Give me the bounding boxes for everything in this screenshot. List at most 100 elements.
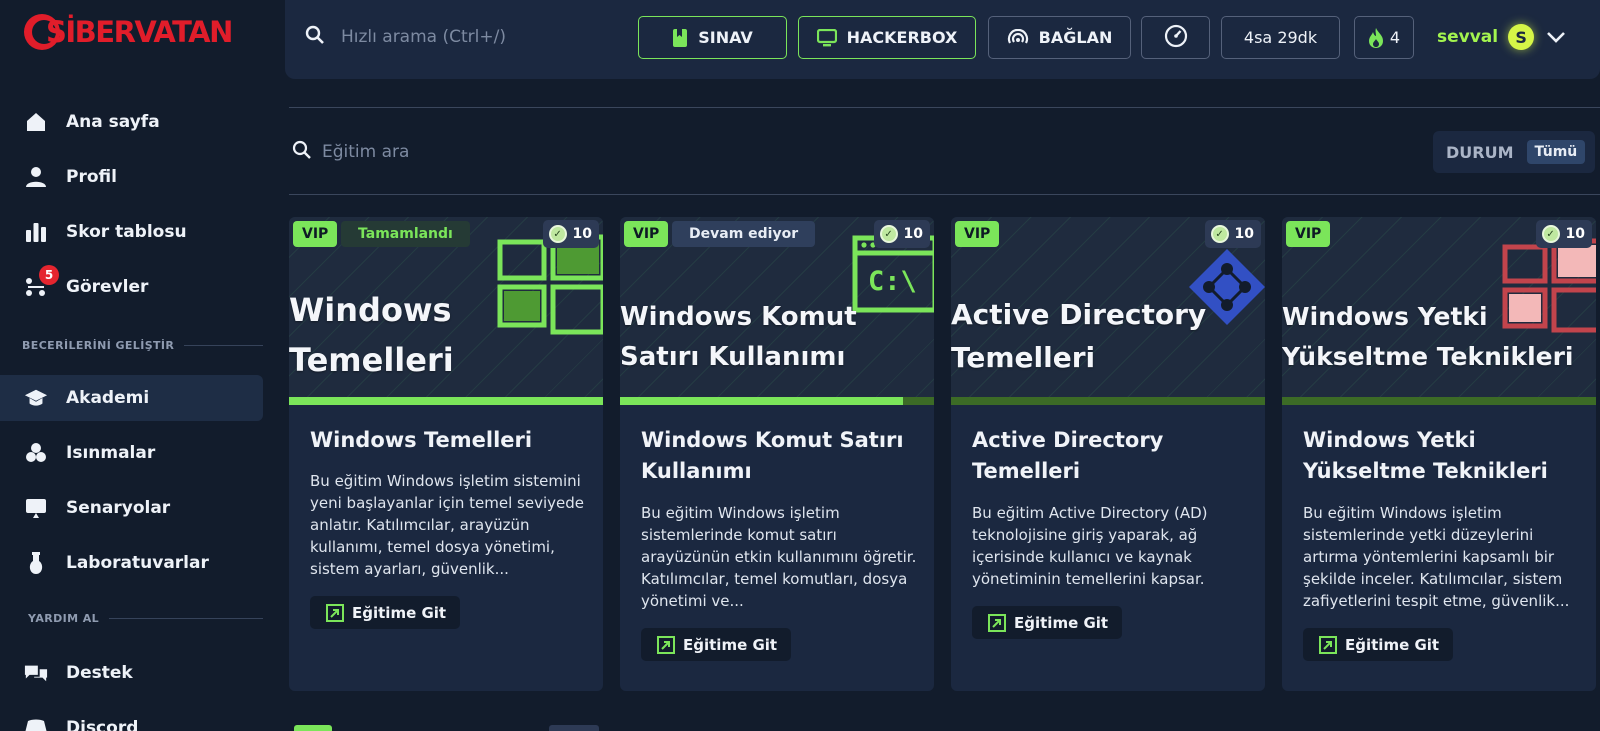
sibervatan-logo[interactable]: SİBERVATAN: [24, 10, 233, 54]
warmup-icon: [24, 441, 48, 465]
next-row-points-badge: [549, 725, 599, 731]
broadcast-icon: [1007, 28, 1029, 47]
coin-icon: ✓: [879, 225, 898, 243]
sidebar-item-label: Ana sayfa: [66, 112, 160, 132]
sidebar: SİBERVATAN Ana sayfa Profil Skor tablosu…: [0, 0, 270, 731]
sidebar-item-destek[interactable]: Destek: [0, 650, 263, 696]
connect-button[interactable]: BAĞLAN: [988, 16, 1131, 59]
user-menu[interactable]: sevval S: [1437, 22, 1566, 52]
exam-button[interactable]: SINAV: [638, 16, 787, 59]
progress-bar: [1282, 397, 1596, 405]
monitor-icon: [816, 28, 837, 47]
hackerbox-button-label: HACKERBOX: [846, 28, 958, 47]
vip-badge: VIP: [293, 221, 338, 247]
home-icon: [24, 110, 48, 134]
progress-bar: [620, 397, 934, 405]
flask-icon: [24, 551, 48, 575]
streak-counter[interactable]: 4: [1354, 16, 1414, 59]
points-badge: ✓ 10: [1535, 220, 1592, 248]
course-banner: VIP Tamamlandı ✓ 10 Windows Temelleri: [289, 217, 603, 405]
training-search-placeholder: Eğitim ara: [322, 142, 410, 162]
coin-icon: ✓: [548, 225, 567, 243]
connect-button-label: BAĞLAN: [1038, 28, 1113, 47]
course-card-windows-komut-satiri[interactable]: C:\ VIP Devam ediyor ✓ 10 Windows Komut …: [620, 217, 934, 691]
sidebar-item-label: Discord: [66, 718, 139, 731]
course-title: Windows Yetki Yükseltme Teknikleri: [1303, 428, 1548, 483]
banner-title: Windows Komut Satırı Kullanımı: [620, 302, 857, 372]
sidebar-nav: Ana sayfa Profil Skor tablosu 5 Görevler: [0, 99, 270, 319]
banner-title: Windows Temelleri: [289, 291, 454, 379]
divider: [289, 194, 1600, 195]
sidebar-item-gorevler[interactable]: 5 Görevler: [0, 264, 263, 310]
sidebar-item-isinmalar[interactable]: Isınmalar: [0, 430, 263, 476]
coin-icon: ✓: [1541, 225, 1560, 243]
progress-bar: [289, 397, 603, 405]
sidebar-item-senaryolar[interactable]: Senaryolar: [0, 485, 263, 531]
go-to-training-button[interactable]: Eğitime Git: [972, 606, 1123, 639]
sidebar-item-label: Destek: [66, 663, 133, 683]
sidebar-item-label: Laboratuvarlar: [66, 553, 209, 573]
scenario-icon: [24, 496, 48, 520]
discord-icon: [24, 716, 48, 731]
sidebar-item-label: Profil: [66, 167, 117, 187]
book-icon: [672, 28, 688, 48]
go-to-training-label: Eğitime Git: [1014, 613, 1109, 632]
tasks-icon: 5: [24, 265, 59, 299]
course-card-active-directory[interactable]: VIP ✓ 10 Active Directory Temelleri Acti…: [951, 217, 1265, 691]
speedometer-icon: [1164, 24, 1188, 52]
sidebar-item-label: Görevler: [66, 277, 149, 297]
status-filter[interactable]: DURUM Tümü: [1433, 131, 1595, 173]
external-link-icon: [987, 613, 1007, 633]
training-search[interactable]: Eğitim ara: [292, 137, 409, 167]
search-icon: [305, 25, 325, 49]
next-row-vip-badge: [294, 725, 332, 731]
sidebar-item-label: Senaryolar: [66, 498, 171, 518]
points-badge: ✓ 10: [542, 220, 599, 248]
status-filter-label: DURUM: [1446, 142, 1514, 162]
course-title: Windows Temelleri: [310, 428, 533, 452]
sidebar-item-ana-sayfa[interactable]: Ana sayfa: [0, 99, 263, 145]
svg-text:C:\: C:\: [868, 266, 917, 297]
points-value: 10: [572, 226, 592, 242]
sidebar-item-label: Isınmalar: [66, 443, 156, 463]
external-link-icon: [656, 635, 676, 655]
speedometer-button[interactable]: [1141, 16, 1210, 59]
username: sevval: [1437, 27, 1499, 47]
avatar: S: [1508, 24, 1535, 50]
course-title: Windows Komut Satırı Kullanımı: [641, 428, 904, 483]
course-banner: VIP ✓ 10 Active Directory Temelleri: [951, 217, 1265, 405]
go-to-training-button[interactable]: Eğitime Git: [1303, 628, 1454, 661]
course-banner: C:\ VIP Devam ediyor ✓ 10 Windows Komut …: [620, 217, 934, 405]
go-to-training-button[interactable]: Eğitime Git: [641, 628, 792, 661]
quick-search[interactable]: Hızlı arama (Ctrl+/): [305, 22, 506, 52]
course-banner: VIP ✓ 10 Windows Yetki Yükseltme Teknikl…: [1282, 217, 1596, 405]
course-description: Bu eğitim Windows işletim sistemlerinde …: [1303, 504, 1570, 610]
session-timer: 4sa 29dk: [1221, 16, 1340, 59]
go-to-training-label: Eğitime Git: [683, 635, 778, 654]
vip-badge: VIP: [624, 221, 669, 247]
coin-icon: ✓: [1210, 225, 1229, 243]
go-to-training-label: Eğitime Git: [352, 603, 447, 622]
exam-button-label: SINAV: [698, 28, 753, 47]
course-card-windows-yetki-yukseltme[interactable]: VIP ✓ 10 Windows Yetki Yükseltme Teknikl…: [1282, 217, 1596, 691]
status-filter-value: Tümü: [1526, 140, 1586, 164]
section-label-help: YARDIM AL: [0, 608, 263, 628]
sidebar-item-skor-tablosu[interactable]: Skor tablosu: [0, 209, 263, 255]
chevron-down-icon: [1546, 28, 1566, 47]
sidebar-item-laboratuvarlar[interactable]: Laboratuvarlar: [0, 540, 263, 586]
chat-icon: [24, 661, 48, 685]
course-card-windows-temelleri[interactable]: VIP Tamamlandı ✓ 10 Windows Temelleri Wi…: [289, 217, 603, 691]
sidebar-item-discord[interactable]: Discord: [0, 705, 263, 731]
flame-icon: [1368, 27, 1384, 49]
course-title: Active Directory Temelleri: [972, 428, 1164, 483]
banner-title: Windows Yetki Yükseltme Teknikleri: [1282, 302, 1574, 371]
sidebar-item-profil[interactable]: Profil: [0, 154, 263, 200]
course-description: Bu eğitim Windows işletim sistemini yeni…: [310, 472, 584, 578]
points-badge: ✓ 10: [1204, 220, 1261, 248]
section-label-skills: BECERİLERİNİ GELİŞTİR: [0, 335, 263, 355]
hackerbox-button[interactable]: HACKERBOX: [798, 16, 976, 59]
sidebar-item-akademi[interactable]: Akademi: [0, 375, 263, 421]
points-value: 10: [1234, 226, 1254, 242]
banner-title: Active Directory Temelleri: [951, 298, 1207, 374]
go-to-training-button[interactable]: Eğitime Git: [310, 596, 461, 629]
